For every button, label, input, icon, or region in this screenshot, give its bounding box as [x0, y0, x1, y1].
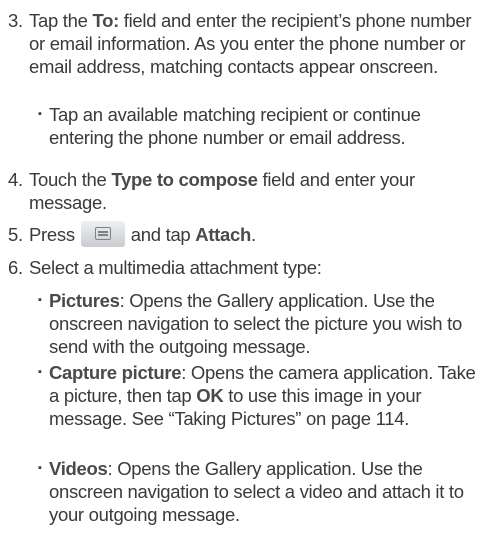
- bullet-videos: ▪ Videos: Opens the Gallery application.…: [38, 457, 480, 526]
- bullet-icon: ▪: [38, 366, 42, 378]
- bullet-text: Capture picture: Opens the camera applic…: [49, 362, 476, 429]
- menu-key-icon: [80, 221, 125, 248]
- bullet-text: Pictures: Opens the Gallery application.…: [49, 290, 462, 357]
- bullet-icon: ▪: [38, 294, 42, 306]
- bullet-icon: ▪: [38, 462, 42, 474]
- step-text: Touch the Type to compose field and ente…: [29, 169, 415, 213]
- bullet-text: Tap an available matching recipient or c…: [49, 104, 421, 148]
- manual-page: 3. Tap the To: field and enter the recip…: [0, 0, 486, 543]
- bullet-icon: ▪: [38, 108, 42, 120]
- bullet-pictures: ▪ Pictures: Opens the Gallery applicatio…: [38, 289, 480, 358]
- bullet-capture-picture: ▪ Capture picture: Opens the camera appl…: [38, 361, 480, 430]
- step-text: Select a multimedia attachment type:: [29, 257, 322, 278]
- step-number: 6.: [8, 257, 23, 278]
- step-number: 3.: [8, 10, 23, 31]
- bullet-text: Videos: Opens the Gallery application. U…: [49, 458, 464, 525]
- step-3-bullet: ▪ Tap an available matching recipient or…: [38, 103, 480, 149]
- step-number: 5.: [8, 224, 23, 245]
- step-text: Press and tap Attach.: [29, 221, 480, 249]
- step-text: Tap the To: field and enter the recipien…: [29, 10, 472, 77]
- step-number: 4.: [8, 169, 23, 190]
